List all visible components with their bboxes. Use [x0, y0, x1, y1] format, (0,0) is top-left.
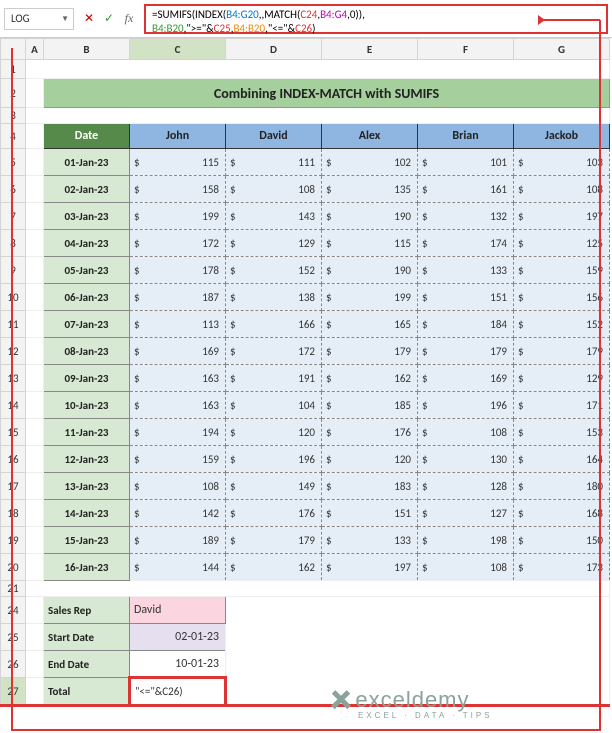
- logo-text: exceldemy: [355, 687, 469, 712]
- logo-tagline: EXCEL · DATA · TIPS: [358, 711, 493, 720]
- brand-logo: exceldemy EXCEL · DATA · TIPS: [330, 685, 493, 720]
- annotation-arrow: [0, 0, 612, 733]
- logo-x-icon: [325, 684, 356, 715]
